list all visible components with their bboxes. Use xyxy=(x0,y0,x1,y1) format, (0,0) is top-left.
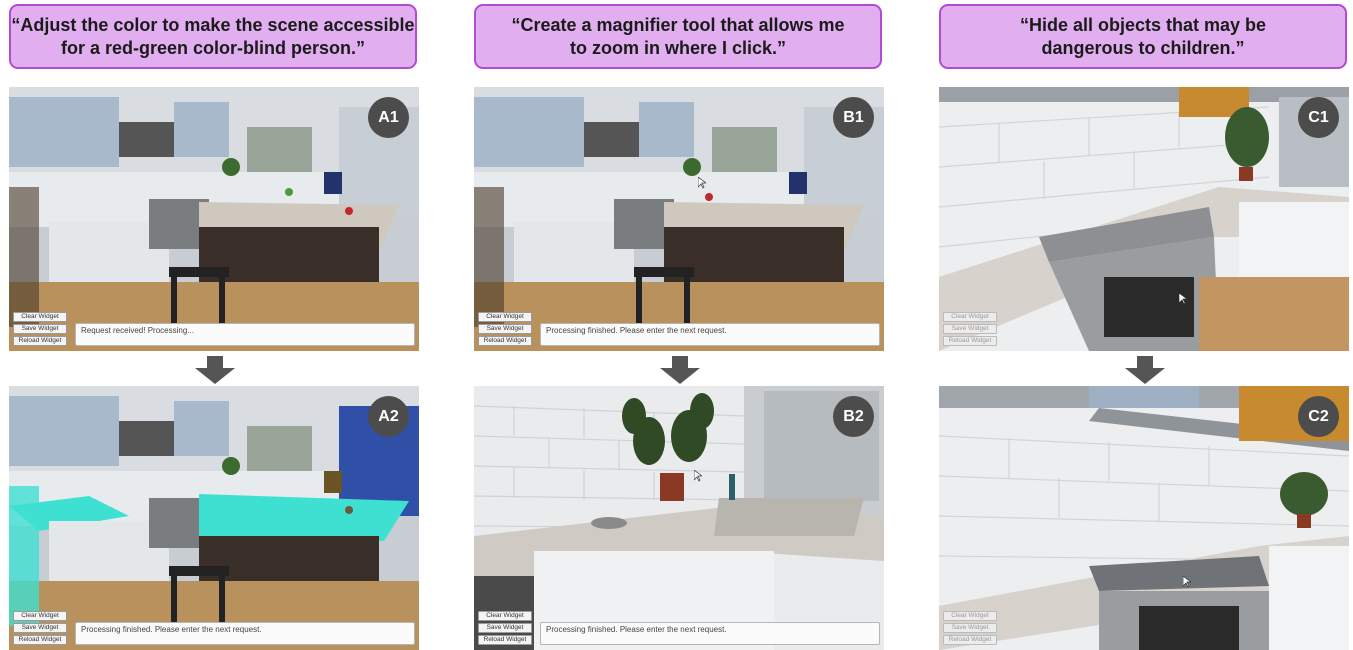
cursor-icon xyxy=(1179,293,1187,305)
scene-panel-b1[interactable]: B1 Clear Widget Save Widget Reload Widge… xyxy=(474,87,884,351)
request-input-a1[interactable]: Request received! Processing... xyxy=(75,323,415,346)
save-widget-button[interactable]: Save Widget xyxy=(13,623,67,633)
cursor-icon xyxy=(1183,576,1191,588)
prompt-text-c: “Hide all objects that may be dangerous … xyxy=(1019,14,1267,58)
reload-widget-button[interactable]: Reload Widget xyxy=(478,336,532,346)
scene-panel-a2[interactable]: A2 Clear Widget Save Widget Reload Widge… xyxy=(9,386,419,650)
widget-controls-a2: Clear Widget Save Widget Reload Widget xyxy=(13,609,71,645)
panel-badge-c2: C2 xyxy=(1298,396,1339,437)
clear-widget-button[interactable]: Clear Widget xyxy=(478,312,532,322)
request-input-b2[interactable]: Processing finished. Please enter the ne… xyxy=(540,622,880,645)
reload-widget-button[interactable]: Reload Widget xyxy=(13,635,67,645)
panel-badge-a2: A2 xyxy=(368,396,409,437)
column-c: “Hide all objects that may be dangerous … xyxy=(938,0,1350,650)
widget-controls-c1: Clear Widget Save Widget Reload Widget xyxy=(943,310,1001,346)
down-arrow-icon xyxy=(660,356,700,384)
prompt-box-a: “Adjust the color to make the scene acce… xyxy=(9,4,417,69)
panel-badge-c1: C1 xyxy=(1298,97,1339,138)
prompt-box-b: “Create a magnifier tool that allows me … xyxy=(474,4,882,69)
save-widget-button[interactable]: Save Widget xyxy=(943,324,997,334)
clear-widget-button[interactable]: Clear Widget xyxy=(943,611,997,621)
column-a: “Adjust the color to make the scene acce… xyxy=(8,0,420,650)
save-widget-button[interactable]: Save Widget xyxy=(943,623,997,633)
reload-widget-button[interactable]: Reload Widget xyxy=(478,635,532,645)
panel-badge-b2: B2 xyxy=(833,396,874,437)
widget-controls-a1: Clear Widget Save Widget Reload Widget xyxy=(13,310,71,346)
column-b: “Create a magnifier tool that allows me … xyxy=(473,0,885,650)
widget-controls-c2: Clear Widget Save Widget Reload Widget xyxy=(943,609,1001,645)
widget-controls-b1: Clear Widget Save Widget Reload Widget xyxy=(478,310,536,346)
scene-panel-c2[interactable]: C2 Clear Widget Save Widget Reload Widge… xyxy=(939,386,1349,650)
request-input-b1[interactable]: Processing finished. Please enter the ne… xyxy=(540,323,880,346)
scene-panel-c1[interactable]: C1 Clear Widget Save Widget Reload Widge… xyxy=(939,87,1349,351)
save-widget-button[interactable]: Save Widget xyxy=(13,324,67,334)
cursor-icon xyxy=(694,470,702,482)
save-widget-button[interactable]: Save Widget xyxy=(478,324,532,334)
cursor-icon xyxy=(698,177,706,189)
reload-widget-button[interactable]: Reload Widget xyxy=(943,635,997,645)
save-widget-button[interactable]: Save Widget xyxy=(478,623,532,633)
clear-widget-button[interactable]: Clear Widget xyxy=(943,312,997,322)
prompt-box-c: “Hide all objects that may be dangerous … xyxy=(939,4,1347,69)
clear-widget-button[interactable]: Clear Widget xyxy=(13,312,67,322)
down-arrow-icon xyxy=(1125,356,1165,384)
prompt-text-a: “Adjust the color to make the scene acce… xyxy=(11,14,415,58)
panel-badge-b1: B1 xyxy=(833,97,874,138)
reload-widget-button[interactable]: Reload Widget xyxy=(943,336,997,346)
scene-panel-a1[interactable]: A1 Clear Widget Save Widget Reload Widge… xyxy=(9,87,419,351)
panel-badge-a1: A1 xyxy=(368,97,409,138)
request-input-a2[interactable]: Processing finished. Please enter the ne… xyxy=(75,622,415,645)
down-arrow-icon xyxy=(195,356,235,384)
clear-widget-button[interactable]: Clear Widget xyxy=(478,611,532,621)
prompt-text-b: “Create a magnifier tool that allows me … xyxy=(511,14,845,58)
clear-widget-button[interactable]: Clear Widget xyxy=(13,611,67,621)
widget-controls-b2: Clear Widget Save Widget Reload Widget xyxy=(478,609,536,645)
scene-panel-b2[interactable]: B2 Clear Widget Save Widget Reload Widge… xyxy=(474,386,884,650)
reload-widget-button[interactable]: Reload Widget xyxy=(13,336,67,346)
